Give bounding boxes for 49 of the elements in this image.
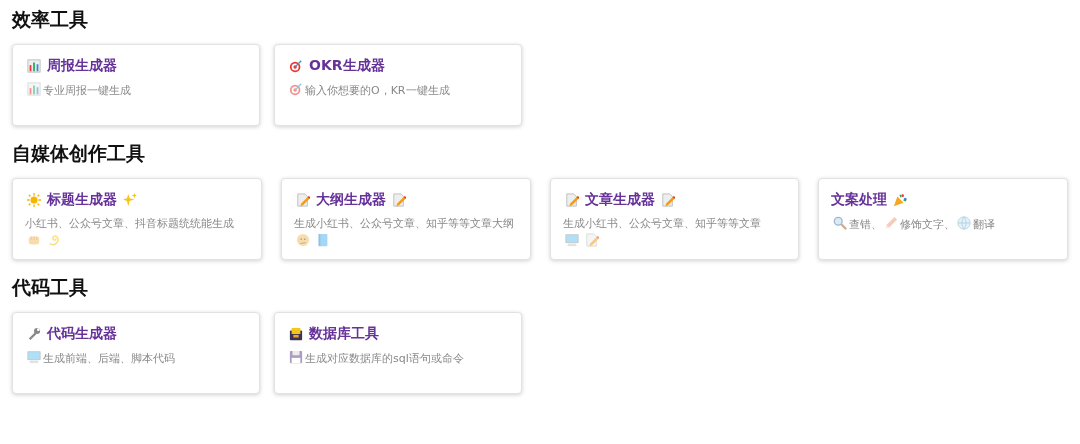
card-description: 查错、 <box>849 218 883 231</box>
sun-icon <box>27 193 41 207</box>
section-title: 代码工具 <box>12 275 89 300</box>
card-description: 专业周报一键生成 <box>43 84 131 97</box>
tool-card[interactable]: 代码生成器 生成前端、后端、脚本代码 <box>12 312 260 394</box>
memo-icon <box>391 193 406 207</box>
card-title: 周报生成器 <box>47 57 117 75</box>
target-icon <box>289 82 303 96</box>
sparkles-icon <box>123 193 137 207</box>
tool-card[interactable]: OKR生成器 输入你想要的O，KR一键生成 <box>274 44 522 126</box>
section-title: 效率工具 <box>12 7 89 32</box>
tool-card[interactable]: 周报生成器 专业周报一键生成 <box>12 44 260 126</box>
card-title: 文章生成器 <box>584 191 655 209</box>
bar-chart-icon <box>27 59 41 73</box>
card-description: 生成对应数据库的sql语句或命令 <box>305 352 464 365</box>
card-description: 生成小红书、公众号文章、知乎等等文章大纲 <box>293 217 514 230</box>
tool-card[interactable]: 数据库工具 生成对应数据库的sql语句或命令 <box>274 312 522 394</box>
card-title: 代码生成器 <box>47 325 117 343</box>
target-icon <box>289 59 303 73</box>
tool-card[interactable]: 文案处理 查错、 修饰文字、 翻译 <box>818 178 1068 260</box>
file-box-icon <box>289 327 303 341</box>
computer-icon <box>564 233 579 247</box>
pencil-icon <box>884 216 899 230</box>
card-title: 文案处理 <box>831 191 888 209</box>
card-description: 输入你想要的O，KR一键生成 <box>305 84 450 97</box>
computer-icon <box>27 350 41 364</box>
card-description: 修饰文字、 <box>900 218 956 231</box>
memo-icon <box>564 193 579 207</box>
bar-chart-icon <box>27 82 41 96</box>
tool-card[interactable]: 文章生成器 生成小红书、公众号文章、知乎等等文章 <box>549 178 800 260</box>
thinking-face-icon <box>295 233 310 247</box>
memo-icon <box>660 193 675 207</box>
globe-icon <box>957 216 972 230</box>
memo-icon <box>295 193 310 207</box>
card-title: 数据库工具 <box>309 325 379 343</box>
tool-card[interactable]: 标题生成器 小红书、公众号文章、抖音标题统统能生成 <box>12 178 262 260</box>
card-title: 标题生成器 <box>47 191 117 209</box>
wrench-icon <box>27 327 41 341</box>
card-title: 大纲生成器 <box>315 191 386 209</box>
memo-icon <box>584 233 599 247</box>
tool-card[interactable]: 大纲生成器 生成小红书、公众号文章、知乎等等文章大纲 <box>280 178 531 260</box>
card-description: 小红书、公众号文章、抖音标题统统能生成 <box>25 217 234 230</box>
search-icon <box>833 216 848 230</box>
card-description: 生成小红书、公众号文章、知乎等等文章 <box>562 217 761 230</box>
card-description: 生成前端、后端、脚本代码 <box>43 352 175 365</box>
party-popper-icon <box>893 193 908 207</box>
card-title: OKR生成器 <box>309 57 385 75</box>
card-description: 翻译 <box>973 218 996 231</box>
section-title: 自媒体创作工具 <box>12 141 146 166</box>
